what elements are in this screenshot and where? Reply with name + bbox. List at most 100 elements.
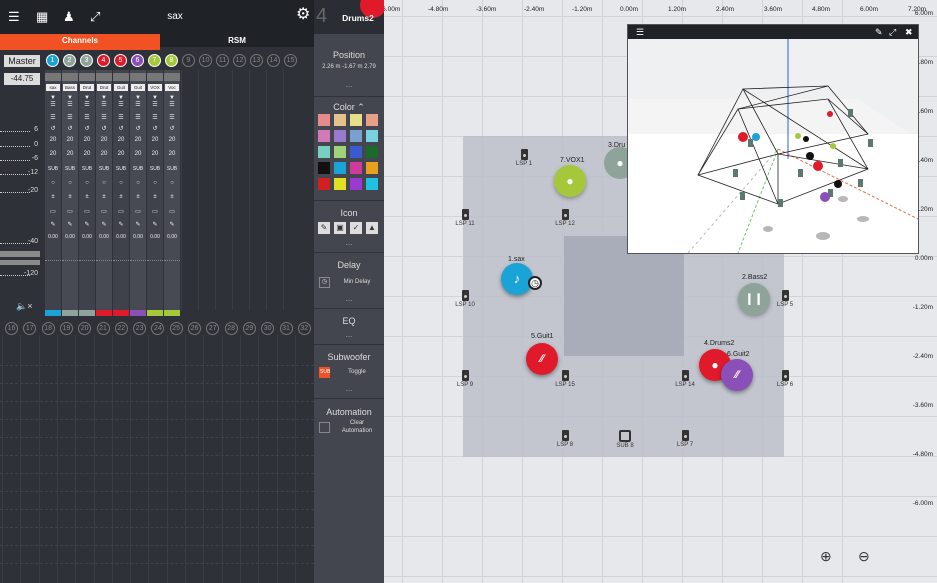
speaker-lsp1[interactable]: LSP 1	[509, 149, 539, 167]
channel-number[interactable]: 32	[297, 322, 311, 335]
channel-number[interactable]: 30	[261, 322, 275, 335]
sub-flag[interactable]: SUB	[79, 166, 95, 172]
link-icon[interactable]: ▭	[130, 208, 146, 215]
filter-icon[interactable]: ☰	[79, 114, 95, 121]
position-more[interactable]: ...	[314, 80, 384, 89]
filter-icon[interactable]: ☰	[130, 114, 146, 121]
sub-flag[interactable]: SUB	[147, 166, 163, 172]
keys-icon[interactable]: ▲	[366, 222, 378, 234]
eq-icon[interactable]: ☰	[113, 101, 129, 108]
position-value[interactable]: 2.26 m -1.67 m 2.79	[314, 64, 384, 70]
eq-icon[interactable]: ☰	[79, 101, 95, 108]
clock-icon[interactable]: ◷	[319, 277, 330, 288]
channel-number[interactable]: 8	[165, 54, 178, 67]
expand-icon[interactable]: ⤢	[90, 10, 100, 24]
eq-icon[interactable]: ☰	[62, 101, 78, 108]
filter-icon[interactable]: ☰	[113, 114, 129, 121]
filter-icon[interactable]: ☰	[147, 114, 163, 121]
channel-number[interactable]: 4	[97, 54, 110, 67]
fullscreen-icon[interactable]: ⤢	[889, 27, 896, 38]
color-swatch[interactable]	[318, 146, 330, 158]
color-swatch[interactable]	[350, 178, 362, 190]
link-icon[interactable]: ▭	[45, 208, 61, 215]
reset-icon[interactable]: ↺	[62, 125, 78, 132]
color-title[interactable]: Color ⌃	[314, 102, 384, 113]
speaker-lsp9[interactable]: LSP 9	[450, 370, 480, 388]
color-swatch[interactable]	[366, 162, 378, 174]
subwoofer-sub8[interactable]: SUB 8	[610, 430, 640, 449]
channel-strip[interactable]: Drut ▼ ☰ ☰ ↺ 20 20 SUB ○ ± ▭ ✎ 0.00	[79, 70, 95, 316]
channel-number[interactable]: 24	[151, 322, 165, 335]
channel-name[interactable]: Guit	[131, 84, 145, 91]
solo-icon[interactable]: ○	[147, 180, 163, 186]
channel-number[interactable]: 5	[114, 54, 127, 67]
color-swatch[interactable]	[318, 162, 330, 174]
channel-number[interactable]: 13	[250, 54, 263, 67]
channel-strip[interactable]: Guit ▼ ☰ ☰ ↺ 20 20 SUB ○ ± ▭ ✎ 0.00	[130, 70, 146, 316]
color-swatch[interactable]	[350, 146, 362, 158]
source-guit1[interactable]: ∕∕	[526, 343, 558, 375]
gear-icon[interactable]: ⚙	[296, 7, 310, 23]
clear-automation-label-1[interactable]: Clear	[330, 420, 384, 426]
eq-title[interactable]: EQ	[314, 316, 384, 326]
reset-icon[interactable]: ↺	[130, 125, 146, 132]
reset-icon[interactable]: ↺	[147, 125, 163, 132]
phase-icon[interactable]: ±	[130, 194, 146, 200]
solo-icon[interactable]: ○	[113, 180, 129, 186]
edit-icon[interactable]: ✎	[130, 221, 146, 228]
channel-name[interactable]: Guit	[114, 84, 128, 91]
reset-icon[interactable]: ↺	[164, 125, 180, 132]
reset-icon[interactable]: ↺	[45, 125, 61, 132]
eq-icon[interactable]: ☰	[45, 101, 61, 108]
channel-number[interactable]: 3	[80, 54, 93, 67]
user-icon[interactable]: ♟	[63, 10, 75, 24]
fader-knob[interactable]	[130, 73, 146, 81]
pencil-icon[interactable]: ✎	[875, 27, 883, 38]
reset-icon[interactable]: ↺	[79, 125, 95, 132]
color-swatch[interactable]	[366, 178, 378, 190]
zoom-in-icon[interactable]: ⊕	[820, 548, 832, 565]
filter-icon[interactable]: ☰	[45, 114, 61, 121]
solo-icon[interactable]: ○	[164, 180, 180, 186]
channel-number[interactable]: 27	[206, 322, 220, 335]
master-value[interactable]: -44.75	[4, 73, 40, 85]
channel-strip[interactable]: Drut ▼ ☰ ☰ ↺ 20 20 SUB ○ ± ▭ ✎ 0.00	[96, 70, 112, 316]
source-bass2[interactable]: ❙❙	[738, 283, 770, 315]
fader-knob[interactable]	[164, 73, 180, 81]
channel-strip[interactable]: Guit ▼ ☰ ☰ ↺ 20 20 SUB ○ ± ▭ ✎ 0.00	[113, 70, 129, 316]
color-swatch[interactable]	[350, 130, 362, 142]
channel-strip[interactable]: Bass ▼ ☰ ☰ ↺ 20 20 SUB ○ ± ▭ ✎ 0.00	[62, 70, 78, 316]
3d-view-window[interactable]: ☰ ✎ ⤢ ✖	[627, 24, 919, 254]
channel-number[interactable]: 26	[188, 322, 201, 335]
color-swatch[interactable]	[334, 114, 346, 126]
phase-icon[interactable]: ±	[96, 194, 112, 200]
eq-icon[interactable]: ☰	[164, 101, 180, 108]
color-swatch[interactable]	[334, 178, 346, 190]
color-swatch[interactable]	[318, 114, 330, 126]
channel-number[interactable]: 31	[279, 322, 293, 335]
channel-name[interactable]: Drut	[97, 84, 111, 91]
phase-icon[interactable]: ±	[147, 194, 163, 200]
zoom-out-icon[interactable]: ⊖	[858, 548, 870, 565]
color-swatch[interactable]	[366, 114, 378, 126]
subwoofer-toggle[interactable]: SUB	[319, 367, 330, 378]
channel-name[interactable]: VOX	[148, 84, 162, 91]
channel-number[interactable]: 9	[182, 54, 195, 67]
solo-icon[interactable]: ○	[79, 180, 95, 186]
channel-number[interactable]: 14	[267, 54, 280, 67]
channel-number[interactable]: 1	[46, 54, 59, 67]
sub-flag[interactable]: SUB	[130, 166, 146, 172]
color-swatch[interactable]	[366, 146, 378, 158]
close-icon[interactable]: ✖	[905, 27, 913, 38]
menu-icon[interactable]: ☰	[8, 10, 20, 24]
solo-icon[interactable]: ○	[96, 180, 112, 186]
channel-number[interactable]: 15	[284, 54, 297, 67]
drums-icon[interactable]: ▣	[334, 222, 346, 234]
channel-number[interactable]: 22	[114, 322, 128, 335]
eq-icon[interactable]: ☰	[130, 101, 146, 108]
color-swatch[interactable]	[350, 162, 362, 174]
speaker-lsp8[interactable]: LSP 8	[550, 430, 580, 448]
subwoofer-more[interactable]: ...	[314, 384, 384, 393]
filter-icon[interactable]: ☰	[62, 114, 78, 121]
edit-icon[interactable]: ✎	[62, 221, 78, 228]
